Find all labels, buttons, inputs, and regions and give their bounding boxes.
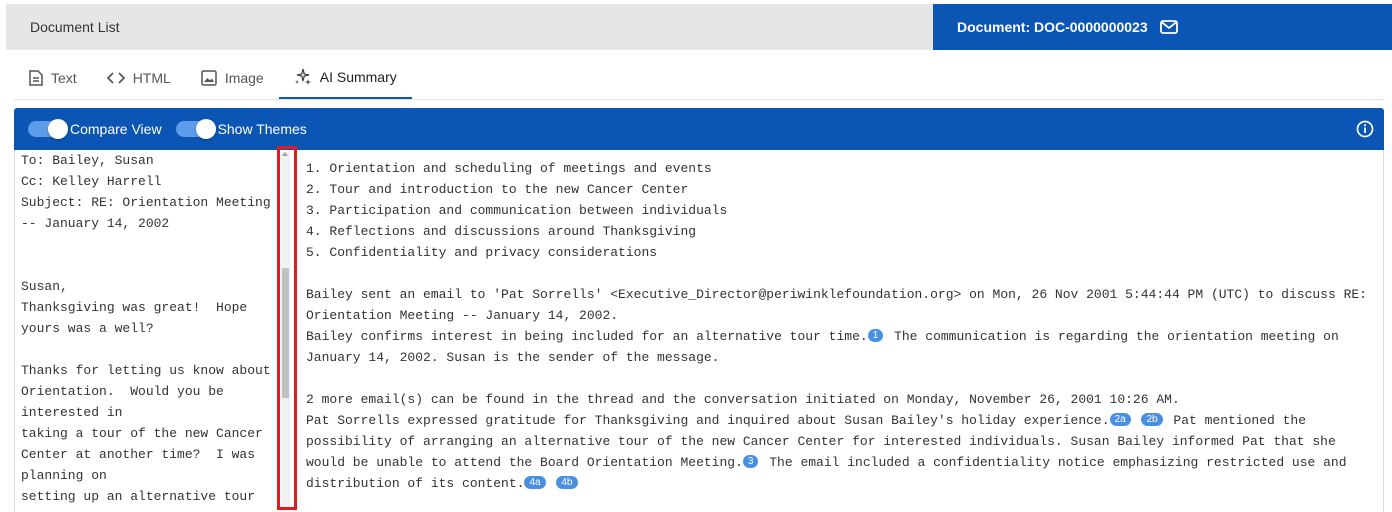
tab-ai-summary-label: AI Summary — [319, 68, 397, 85]
document-list-label: Document List — [30, 19, 120, 35]
original-text-line: Thanksgiving was great! Hope — [21, 300, 248, 315]
tab-image[interactable]: Image — [186, 56, 279, 100]
original-text-line: Cc: Kelley Harrell — [21, 174, 162, 189]
compare-view-toggle[interactable]: Compare View — [28, 119, 162, 139]
tab-text[interactable]: Text — [14, 56, 92, 100]
original-text-pane[interactable]: To: Bailey, Susan Cc: Kelley Harrell Subje… — [21, 150, 281, 512]
tab-html-label: HTML — [132, 70, 171, 86]
original-text-line: Orientation. Would you be — [21, 384, 224, 399]
scrollbar-highlight-box — [277, 146, 297, 510]
para2-intro: 2 more email(s) can be found in the thre… — [306, 392, 1180, 407]
document-label: Document: DOC-0000000023 — [957, 19, 1148, 35]
ai-summary-pane: 1. Orientation and scheduling of meeting… — [306, 158, 1374, 494]
file-text-icon — [29, 70, 43, 86]
theme-item: 1. Orientation and scheduling of meeting… — [306, 161, 712, 176]
tab-image-label: Image — [224, 70, 264, 86]
theme-item: 5. Confidentiality and privacy considera… — [306, 245, 658, 260]
original-text-line: interested in — [21, 405, 123, 420]
summary-paragraph-2: 2 more email(s) can be found in the thre… — [306, 389, 1374, 494]
citation-badge-4a[interactable]: 4a — [524, 476, 546, 489]
switch-knob — [195, 119, 216, 139]
show-themes-toggle[interactable]: Show Themes — [175, 119, 307, 139]
summary-paragraph-1: Bailey sent an email to 'Pat Sorrells' <… — [306, 284, 1374, 368]
original-text-line: setting up an alternative tour — [21, 489, 256, 504]
compare-content: To: Bailey, Susan Cc: Kelley Harrell Subje… — [14, 146, 1384, 512]
theme-item: 3. Participation and communication betwe… — [306, 203, 728, 218]
para2-sentence1: Pat Sorrells expressed gratitude for Tha… — [306, 413, 1110, 428]
para1-sentence1: Bailey confirms interest in being includ… — [306, 329, 868, 344]
theme-item: 4. Reflections and discussions around Th… — [306, 224, 697, 239]
original-text-line: Subject: RE: Orientation Meeting — [21, 195, 271, 210]
top-bar: Document List Document: DOC-0000000023 — [6, 4, 1392, 50]
show-themes-switch[interactable] — [175, 119, 216, 139]
original-text-line: Center at another time? I was — [21, 447, 256, 462]
info-button[interactable] — [1356, 120, 1374, 138]
view-tabs: Text HTML Image AI Summary — [14, 56, 412, 100]
original-text-line — [21, 255, 281, 276]
citation-badge-3[interactable]: 3 — [742, 455, 759, 468]
citation-badge-2b[interactable]: 2b — [1141, 413, 1163, 426]
compare-view-label: Compare View — [70, 121, 162, 137]
original-text-line: Thanks for letting us know about — [21, 363, 271, 378]
panel-header: Compare View Show Themes — [14, 108, 1384, 150]
original-text-line — [21, 234, 281, 255]
theme-item: 2. Tour and introduction to the new Canc… — [306, 182, 689, 197]
original-text-line: yours was a well? — [21, 321, 154, 336]
original-text-line: To: Bailey, Susan — [21, 153, 154, 168]
tab-ai-summary[interactable]: AI Summary — [278, 56, 412, 100]
compare-view-switch[interactable] — [28, 119, 68, 139]
switch-knob — [48, 119, 68, 139]
show-themes-label: Show Themes — [217, 121, 307, 137]
original-text-line — [21, 339, 281, 360]
image-icon — [201, 70, 217, 86]
tab-html[interactable]: HTML — [92, 56, 186, 100]
citation-badge-1[interactable]: 1 — [867, 329, 884, 342]
original-text-line: -- January 14, 2002 — [21, 216, 170, 231]
citation-badge-2a[interactable]: 2a — [1109, 413, 1131, 426]
document-list-tab[interactable]: Document List — [6, 4, 933, 50]
document-tab[interactable]: Document: DOC-0000000023 — [933, 4, 1392, 50]
original-text-line: Susan, — [21, 279, 68, 294]
code-icon — [106, 72, 125, 84]
mail-icon[interactable] — [1159, 20, 1178, 34]
tabs-divider — [14, 99, 1384, 100]
original-text-line: planning on — [21, 468, 107, 483]
info-icon — [1356, 120, 1374, 138]
original-text-line: taking a tour of the new Cancer — [21, 426, 263, 441]
citation-badge-4b[interactable]: 4b — [556, 476, 578, 489]
ai-sparkle-icon — [294, 68, 311, 85]
para1-intro: Bailey sent an email to 'Pat Sorrells' <… — [306, 287, 1367, 323]
tab-text-label: Text — [51, 70, 77, 86]
